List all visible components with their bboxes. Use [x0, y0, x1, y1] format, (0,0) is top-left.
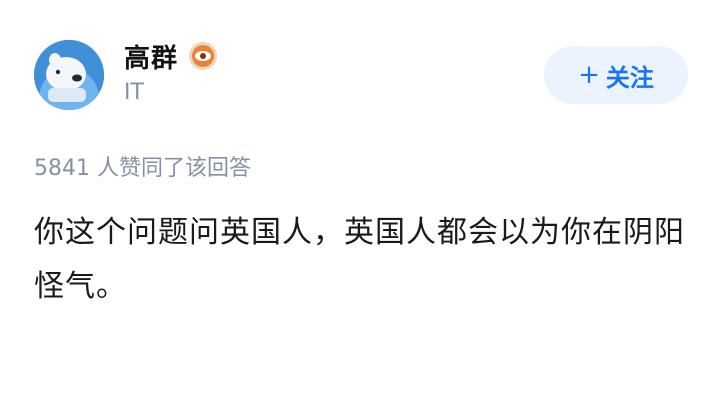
- author-tag: IT: [124, 80, 144, 105]
- plus-icon: +: [578, 60, 600, 90]
- author-row: 高群 IT + 关注: [34, 38, 688, 112]
- author-name-row: 高群: [124, 38, 218, 74]
- follow-button[interactable]: + 关注: [544, 46, 688, 104]
- avatar-image: [34, 40, 104, 110]
- likes-count: 5841 人赞同了该回答: [34, 156, 251, 181]
- eye-badge-icon[interactable]: [188, 41, 218, 71]
- author-name[interactable]: 高群: [124, 38, 178, 75]
- avatar[interactable]: [34, 40, 104, 110]
- answer-body[interactable]: 你这个问题问英国人，英国人都会以为你在阴阳怪气。: [34, 206, 694, 314]
- author-info: 高群 IT: [124, 38, 218, 105]
- answer-card: 高群 IT + 关注 5841 人赞同了该回答 你这个问题问英国人，英国人都会以…: [0, 0, 720, 405]
- follow-label: 关注: [605, 63, 654, 92]
